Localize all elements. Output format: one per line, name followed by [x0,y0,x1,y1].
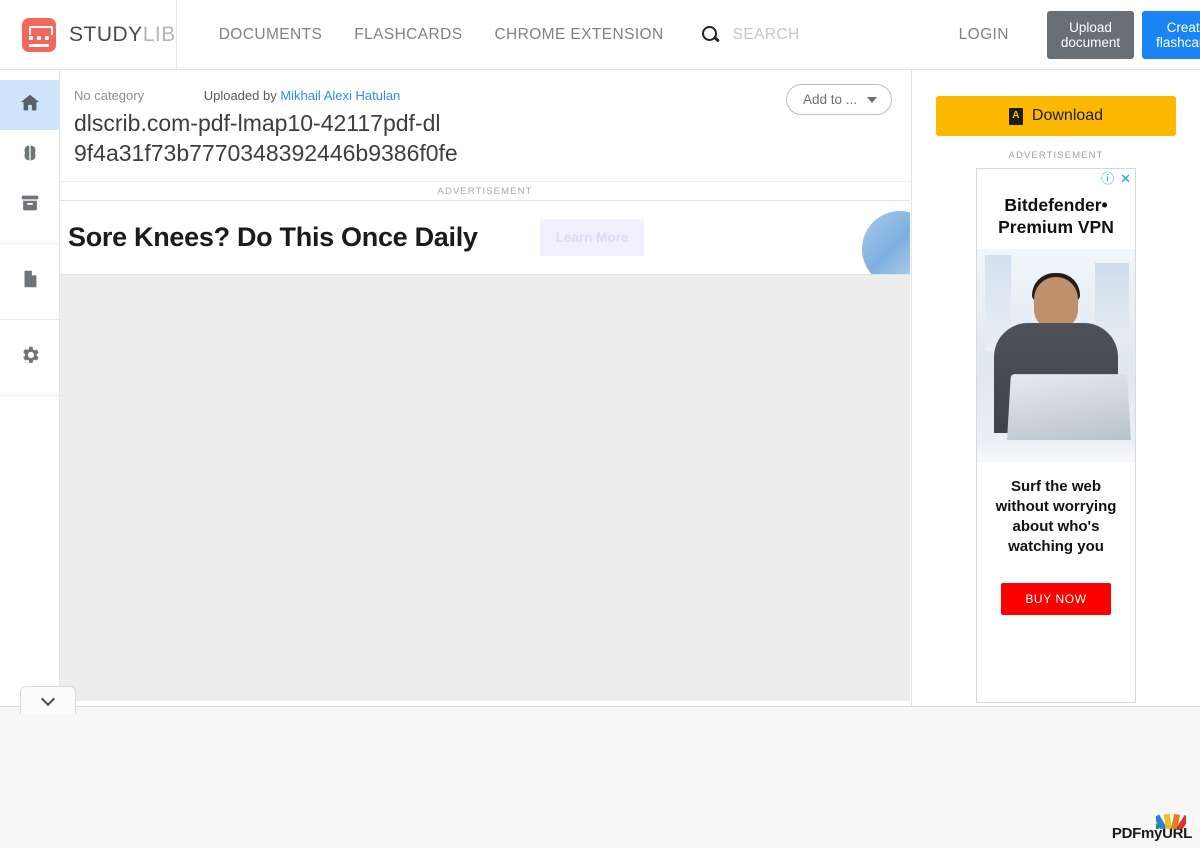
download-button[interactable]: Download [936,96,1176,136]
archive-box-icon [19,192,41,219]
brand-name-part2: LIB [142,22,176,46]
document-header: No category Uploaded by Mikhail Alexi Ha… [60,70,910,181]
create-flashcards-button[interactable]: Create flashcards [1142,10,1200,59]
document-panel: No category Uploaded by Mikhail Alexi Ha… [60,70,910,706]
sidebar-ad-buy-button[interactable]: BUY NOW [1001,582,1111,615]
search-area [680,0,933,69]
sidebar-ad-brand-line1: Bitdefender• [1004,195,1108,215]
download-label: Download [1031,107,1104,124]
main-navigation: DOCUMENTS FLASHCARDS CHROME EXTENSION [177,0,680,69]
search-input[interactable] [732,25,913,44]
sidebar-ad-brand-line2: Premium VPN [998,216,1114,237]
document-author-link[interactable]: Mikhail Alexi Hatulan [280,88,400,103]
add-to-label: Add to ... [802,92,857,107]
sidebar-item-archive[interactable] [0,180,59,230]
uploaded-by-label: Uploaded by [203,88,277,103]
document-category: No category [74,88,145,103]
document-viewer-area[interactable] [60,274,910,701]
chevron-down-icon [40,691,56,706]
document-meta: No category Uploaded by Mikhail Alexi Ha… [74,88,888,103]
chevron-down-icon [867,96,877,103]
watermark-fan-icon [1155,814,1186,829]
pdf-file-icon [1008,107,1023,125]
search-icon[interactable] [701,26,719,43]
banner-ad-cta-button[interactable]: Learn More [539,218,645,256]
gear-icon [19,344,41,371]
banner-ad-headline: Sore Knees? Do This Once Daily [68,221,478,252]
photo-desk [977,436,1135,463]
brand-name: STUDYLIB [69,23,176,47]
nav-documents[interactable]: DOCUMENTS [203,26,339,44]
banner-advertisement[interactable]: Sore Knees? Do This Once Daily Learn Mor… [60,199,910,275]
top-header: STUDYLIB DOCUMENTS FLASHCARDS CHROME EXT… [0,0,1200,70]
sidebar-group-docs [0,244,59,320]
sidebar-group-settings [0,320,59,396]
header-actions: Upload document Create flashcards [1035,0,1200,69]
close-icon[interactable]: ✕ [1120,172,1131,185]
bottom-panel: PDF my URL [0,706,1200,848]
collapse-panel-tab[interactable] [20,686,76,714]
add-to-dropdown[interactable]: Add to ... [785,84,892,115]
left-sidebar [0,70,60,706]
sidebar-advertisement[interactable]: ⓘ ✕ Bitdefender• Premium VPN Surf the we… [976,168,1136,703]
ad-controls: ⓘ ✕ [1101,172,1131,185]
sidebar-item-home[interactable] [0,80,59,130]
sidebar-group-primary [0,70,59,244]
upload-document-button[interactable]: Upload document [1046,10,1135,59]
brand-name-part1: STUDY [69,22,143,46]
sidebar-ad-tagline: Surf the web without worrying about who'… [995,477,1117,555]
sidebar-ad-photo [977,248,1135,463]
sidebar-item-documents[interactable] [0,256,59,306]
sidebar-item-flashcards[interactable] [0,130,59,180]
sidebar-item-settings[interactable] [0,332,59,382]
login-link[interactable]: LOGIN [933,0,1035,69]
studylib-logo-icon [22,17,56,52]
watermark-part1: PDF [1111,825,1141,842]
nav-chrome-extension[interactable]: CHROME EXTENSION [478,26,679,44]
photo-laptop [1007,373,1131,440]
brain-icon [19,142,41,169]
document-icon [19,268,41,295]
banner-ad-label: ADVERTISEMENT [60,180,910,200]
pdfmyurl-watermark: PDF my URL [1111,814,1192,842]
banner-ad-decoration-icon [862,210,910,274]
nav-flashcards[interactable]: FLASHCARDS [338,26,478,44]
sidebar-ad-label: ADVERTISEMENT [1008,150,1104,161]
info-circle-icon[interactable]: ⓘ [1101,172,1114,185]
home-icon [19,92,41,119]
right-panel: Download ADVERTISEMENT ⓘ ✕ Bitdefender• … [911,70,1200,706]
page-title: dlscrib.com-pdf-lmap10-42117pdf-dl 9f4a3… [74,110,458,167]
photo-person-head [1034,276,1078,329]
brand-logo-area[interactable]: STUDYLIB [0,0,177,69]
